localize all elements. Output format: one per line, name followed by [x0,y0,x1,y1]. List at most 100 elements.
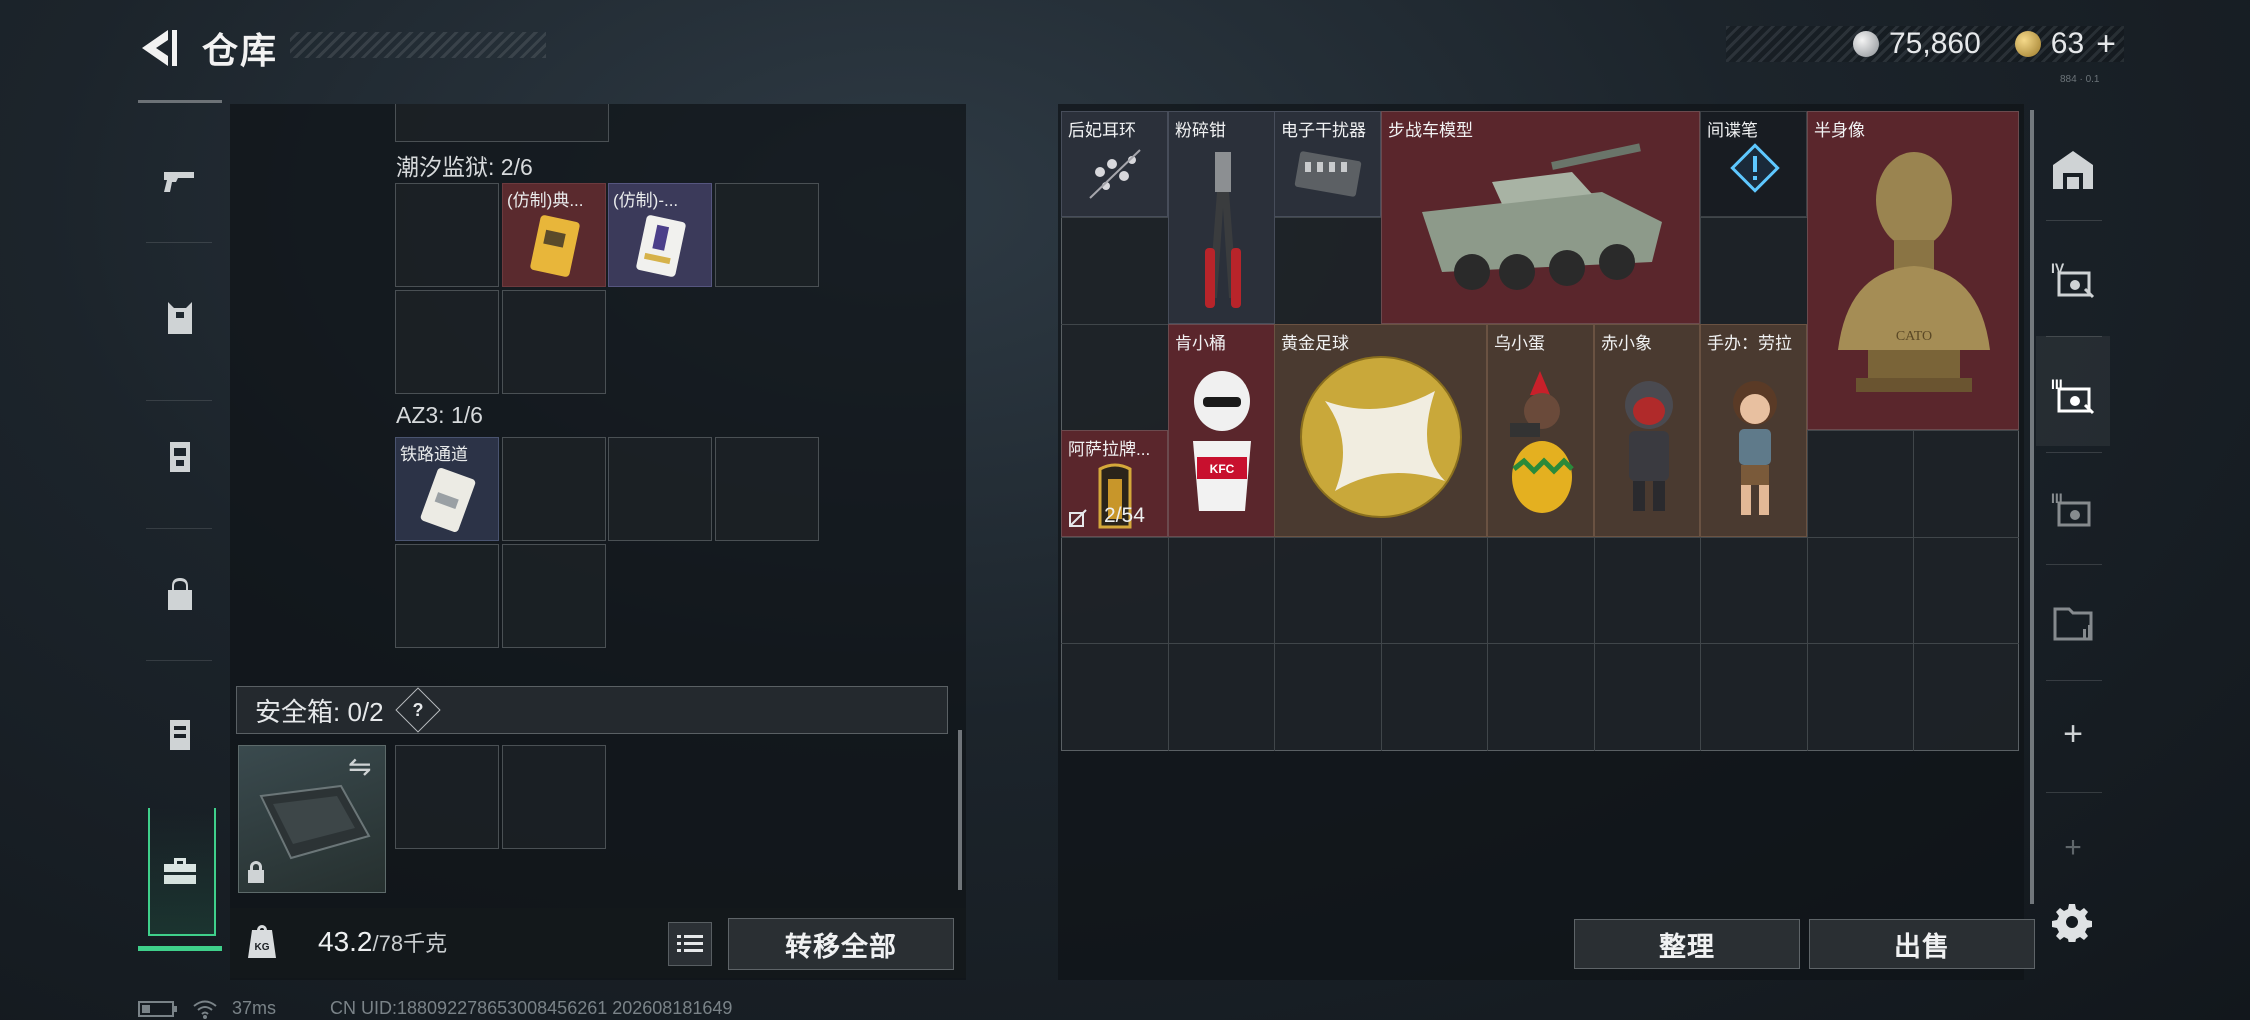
item-slot-railway[interactable]: 铁路通道 [395,437,499,541]
backpack-icon [168,578,192,610]
stash-page-3-icon: III [2051,376,2095,415]
case-icon [170,720,190,750]
keycard-icon [636,215,686,277]
lock-icon [248,861,264,883]
item-earring[interactable]: 后妃耳环 [1061,111,1168,217]
settings-gear-icon[interactable] [2052,902,2092,942]
item-kfc-bucket[interactable]: 肯小桶 KFC [1168,324,1275,537]
pliers-icon [1205,152,1241,308]
title-decoration [290,32,546,58]
safe-slot[interactable] [395,745,499,849]
nav-backpack[interactable] [138,544,222,644]
golden-football-icon [1300,356,1462,518]
item-bust[interactable]: 半身像 CATO [1807,111,2019,430]
safe-case-icon [259,784,371,860]
rnav-page-4[interactable]: IV [2036,228,2110,328]
item-golden-football[interactable]: 黄金足球 [1274,324,1487,537]
stack-count: 2/54 [1104,504,1145,527]
list-view-button[interactable] [668,922,712,966]
colonel-figure-icon: KFC [1193,371,1251,511]
jammer-icon [1294,151,1362,197]
red-elephant-figure-icon [1625,381,1673,511]
warning-diamond-icon [1730,143,1780,193]
item-name: 半身像 [1814,121,1865,140]
uid-readout: CN UID:188092278653008456261 20260818164… [330,998,733,1018]
item-name: 手办：劳拉 [1707,334,1792,353]
rnav-page-2[interactable]: III [2036,458,2110,558]
slot[interactable] [502,544,606,648]
slot[interactable] [715,183,819,287]
slot[interactable] [502,437,606,541]
stash-folder-icon [2053,607,2093,641]
nav-active-highlight [148,808,216,936]
currency-subtext: 884 · 0.1 [2060,74,2100,85]
nav-chest-rig[interactable] [138,406,222,506]
item-name: (仿制)典... [507,191,584,210]
ping-readout: 37ms [232,998,277,1018]
slot[interactable] [395,544,499,648]
item-red-elephant[interactable]: 赤小象 [1594,324,1700,537]
item-slot-replica-1[interactable]: (仿制)典... [502,183,606,287]
item-slot-replica-2[interactable]: (仿制)-... [608,183,712,287]
item-ifv-model[interactable]: 步战车模型 [1381,111,1700,324]
add-stash-page-disabled: + [2064,831,2082,864]
weight-readout: 43.2/78千克 [318,926,447,958]
item-name: 乌小蛋 [1494,334,1545,353]
safe-box-header: 安全箱: 0/2 ? [236,686,948,734]
bust-icon: CATO [1838,152,1990,392]
transfer-all-button[interactable]: 转移全部 [728,918,954,970]
chest-rig-icon [170,442,190,472]
slot[interactable] [395,290,499,394]
add-stash-page-button[interactable]: + [2036,684,2110,784]
weight-current: 43.2 [318,926,373,957]
swap-icon[interactable]: ⇋ [348,750,371,783]
slot[interactable] [715,437,819,541]
slot[interactable] [608,437,712,541]
item-crusher-pliers[interactable]: 粉碎钳 [1168,111,1275,324]
earring-icon [1089,149,1141,199]
svg-text:KFC: KFC [1210,462,1235,476]
rnav-page-1[interactable] [2036,572,2110,672]
status-bar: 37ms CN UID:188092278653008456261 202608… [138,998,732,1019]
silver-amount: 75,860 [1889,27,1981,60]
item-name: 后妃耳环 [1068,121,1136,140]
back-arrow-icon[interactable] [136,26,180,70]
rnav-page-3[interactable]: III [2036,344,2110,444]
slot[interactable] [395,183,499,287]
sell-button[interactable]: 出售 [1809,919,2035,969]
help-icon[interactable]: ? [394,687,441,733]
pistol-icon [164,172,194,192]
item-spy-pen[interactable]: 间谍笔 [1700,111,1807,217]
wifi-icon [193,1000,217,1019]
item-jammer[interactable]: 电子干扰器 [1274,111,1381,217]
section-label-prison: 潮汐监狱: 2/6 [396,154,533,180]
nav-active-bar [138,946,222,951]
item-name: 电子干扰器 [1281,121,1366,140]
nav-case[interactable] [138,684,222,784]
add-currency-button[interactable]: + [2096,25,2116,64]
nav-armor[interactable] [138,268,222,368]
safe-slot[interactable] [502,745,606,849]
lara-figure-icon [1733,381,1777,515]
right-scrollbar[interactable] [2030,110,2034,904]
svg-text:KG: KG [255,942,270,953]
slot-partial[interactable] [395,104,609,142]
rnav-stash-all[interactable] [2036,120,2110,220]
warehouse-icon [2053,151,2093,189]
slot[interactable] [502,290,606,394]
gold-coin-icon [2014,31,2041,57]
item-lara-figure[interactable]: 手办：劳拉 [1700,324,1807,537]
left-scrollbar[interactable] [958,730,962,890]
item-name: (仿制)-... [613,191,679,210]
svg-text:CATO: CATO [1896,329,1932,344]
stack-icon [1069,509,1087,527]
section-label-az3: AZ3: 1/6 [396,402,483,428]
vest-icon [168,302,192,334]
item-crow-egg[interactable]: 乌小蛋 [1487,324,1594,537]
item-name: 铁路通道 [400,445,468,464]
ifv-model-icon [1422,143,1662,290]
silver-coin-icon [1853,31,1879,57]
nav-weapons[interactable] [138,130,222,230]
keycard-icon [420,467,476,533]
organize-button[interactable]: 整理 [1574,919,1800,969]
